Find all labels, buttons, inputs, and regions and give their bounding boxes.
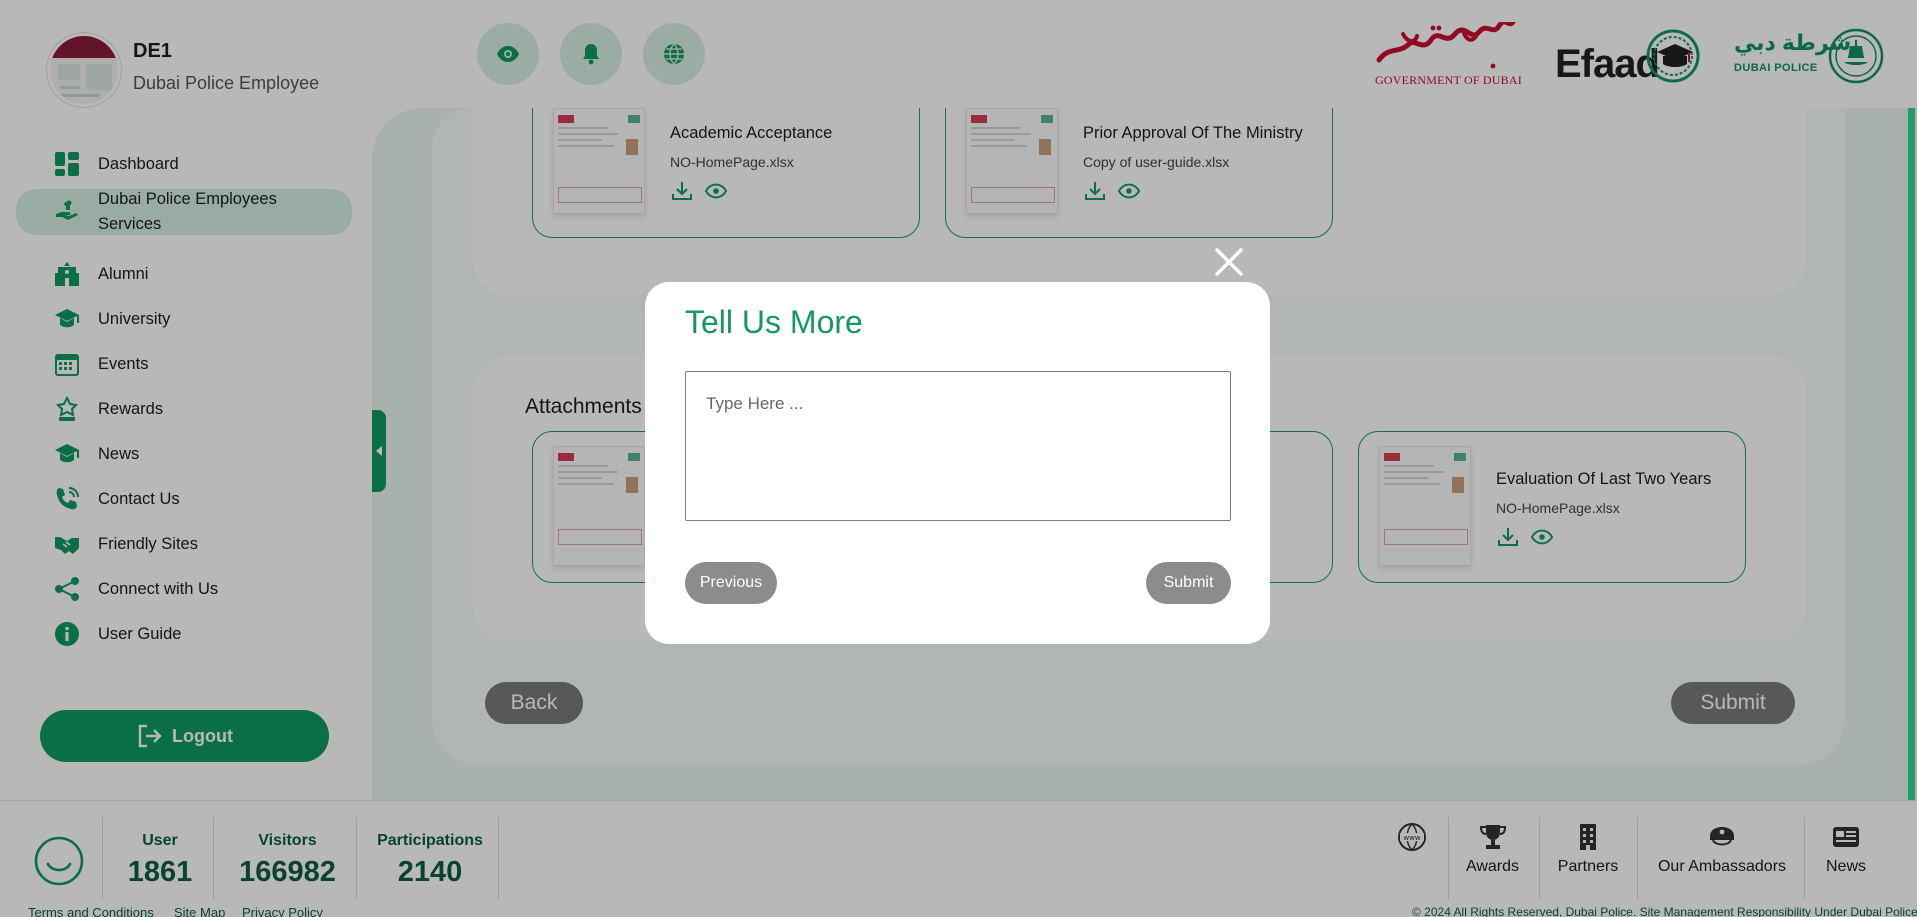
close-icon[interactable] <box>1211 244 1247 280</box>
page-scrollbar[interactable] <box>1906 108 1917 800</box>
dialog-title: Tell Us More <box>685 304 863 340</box>
submit-button[interactable]: Submit <box>1146 562 1231 604</box>
tell-us-more-dialog: Tell Us More Previous Submit <box>645 282 1270 644</box>
feedback-textarea[interactable] <box>685 371 1231 521</box>
previous-button[interactable]: Previous <box>685 562 777 604</box>
